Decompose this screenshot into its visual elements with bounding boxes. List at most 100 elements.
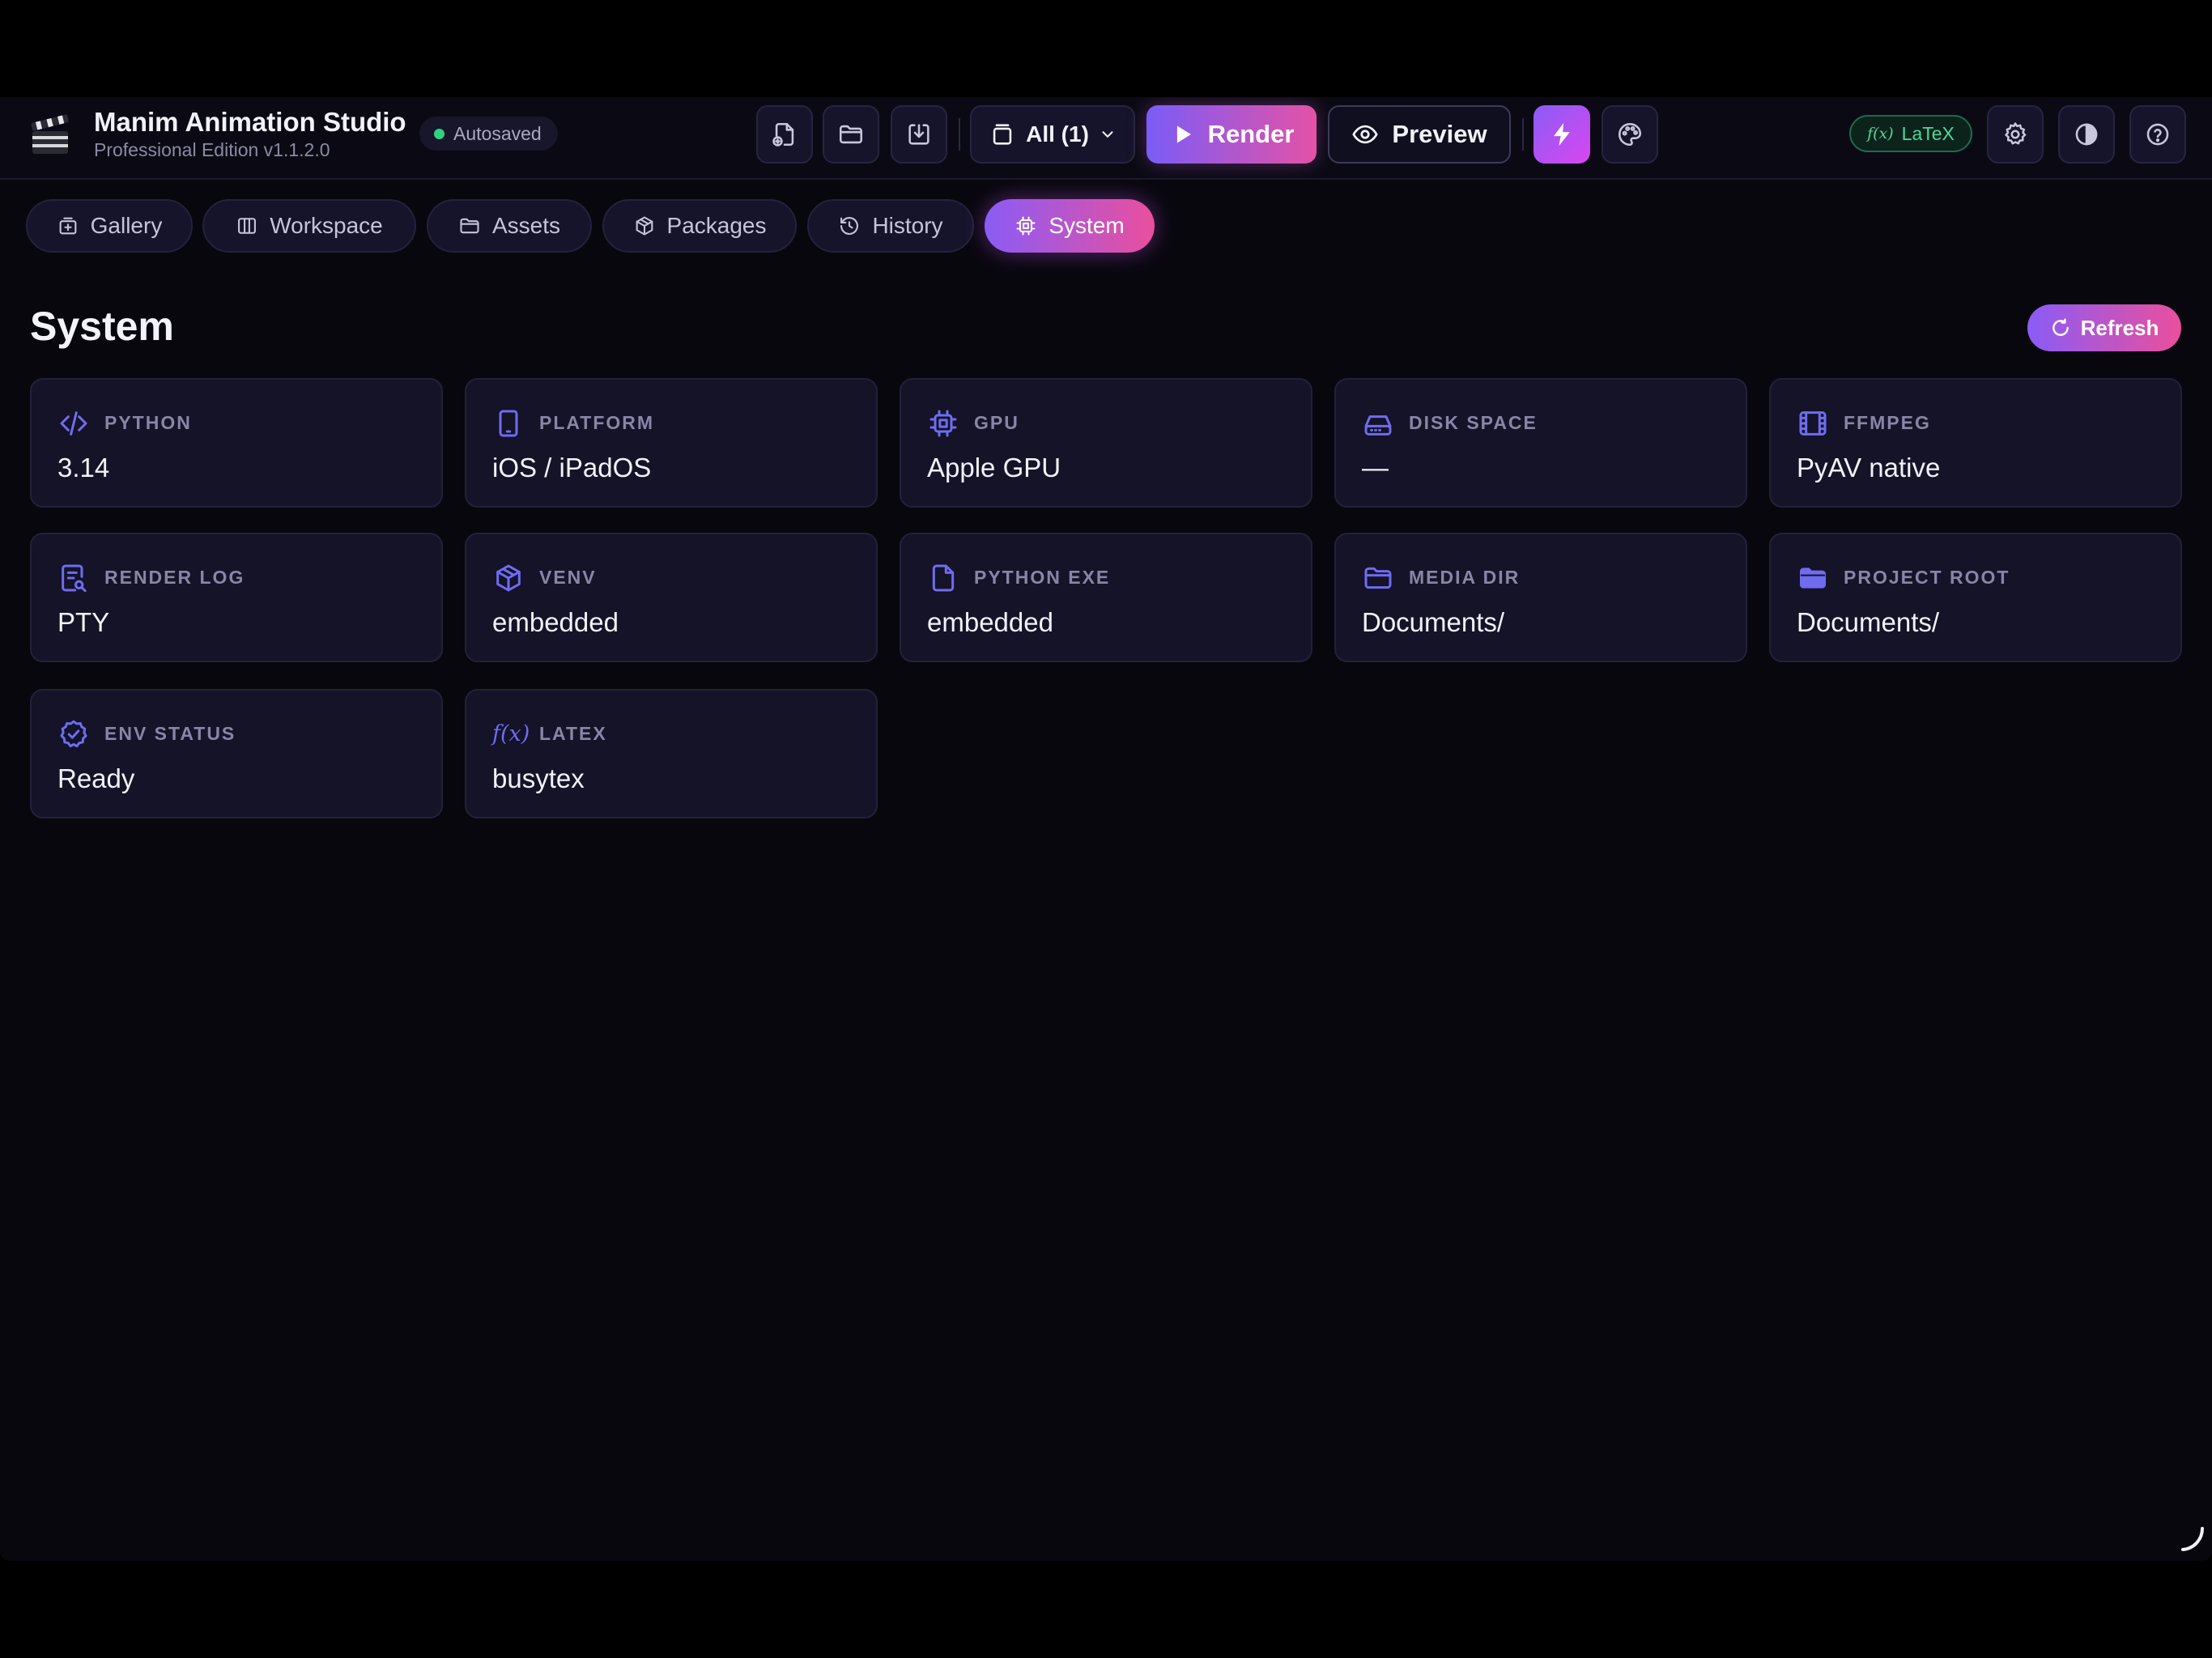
status-dot-icon	[434, 129, 445, 139]
card-value: iOS / iPadOS	[492, 453, 652, 483]
tab-label: Assets	[491, 213, 561, 238]
info-card-python: PYTHON 3.14	[30, 378, 443, 508]
log-search-icon	[57, 562, 90, 594]
refresh-icon	[2052, 318, 2069, 336]
function-icon: f(x)	[1867, 125, 1894, 142]
autosave-badge: Autosaved	[419, 117, 558, 151]
top-toolbar: Manim Animation Studio Professional Edit…	[0, 97, 2212, 180]
info-card-platform: PLATFORM iOS / iPadOS	[465, 378, 878, 508]
save-download-button[interactable]	[891, 105, 947, 164]
app-title: Manim Animation Studio	[94, 107, 406, 137]
card-label: DISK SPACE	[1409, 412, 1538, 433]
tab-label: Packages	[666, 213, 767, 238]
quick-render-button[interactable]	[1534, 105, 1590, 164]
card-label: PYTHON	[104, 412, 192, 433]
preview-button[interactable]: Preview	[1328, 105, 1511, 164]
contrast-icon	[2075, 123, 2098, 146]
autosave-label: Autosaved	[453, 123, 542, 144]
card-value: PTY	[57, 607, 110, 637]
info-card-env-status: ENV STATUS Ready	[30, 689, 443, 818]
refresh-label: Refresh	[2080, 315, 2159, 340]
app-window: Manim Animation Studio Professional Edit…	[0, 97, 2212, 1561]
card-value: Documents/	[1797, 607, 1940, 637]
tab-workspace[interactable]: Workspace	[202, 199, 416, 253]
tab-label: Gallery	[90, 213, 163, 238]
hard-drive-icon	[1362, 407, 1394, 440]
settings-button[interactable]	[1987, 105, 2044, 164]
render-button[interactable]: Render	[1146, 105, 1317, 164]
card-label: GPU	[974, 412, 1019, 433]
card-label: VENV	[539, 567, 597, 588]
theme-palette-button[interactable]	[1602, 105, 1658, 164]
code-icon	[57, 407, 90, 440]
play-icon	[1176, 125, 1191, 143]
new-file-button[interactable]	[756, 105, 813, 164]
info-card-gpu: GPU Apple GPU	[900, 378, 1312, 508]
card-value: Documents/	[1362, 607, 1505, 637]
file-plus-icon	[772, 122, 794, 147]
tab-label: System	[1049, 213, 1125, 238]
badge-check-icon	[57, 718, 90, 750]
render-label: Render	[1207, 120, 1295, 148]
scene-selector-dropdown[interactable]: All (1)	[970, 105, 1135, 164]
scene-selector-label: All (1)	[1026, 121, 1089, 147]
info-card-media-dir: MEDIA DIR Documents/	[1334, 533, 1747, 662]
eye-icon	[1352, 125, 1378, 144]
card-label: PLATFORM	[539, 412, 655, 433]
help-circle-icon	[2146, 123, 2169, 146]
tab-gallery[interactable]: Gallery	[26, 199, 193, 253]
card-label: LATEX	[539, 723, 607, 744]
info-card-render-log: RENDER LOG PTY	[30, 533, 443, 662]
card-label: ENV STATUS	[104, 723, 236, 744]
tab-label: Workspace	[270, 213, 383, 238]
tab-system[interactable]: System	[985, 199, 1155, 253]
latex-status-badge: f(x) LaTeX	[1849, 115, 1972, 152]
info-card-python-exe: PYTHON EXE embedded	[900, 533, 1312, 662]
clapperboard-logo-icon	[31, 114, 69, 154]
card-label: FFMPEG	[1844, 412, 1931, 433]
cpu-icon	[1016, 216, 1036, 236]
folder-icon	[460, 218, 479, 234]
file-icon	[927, 562, 959, 594]
card-label: PROJECT ROOT	[1844, 567, 2010, 588]
info-card-project-root: PROJECT ROOT Documents/	[1769, 533, 2182, 662]
info-card-disk-space: DISK SPACE —	[1334, 378, 1747, 508]
preview-label: Preview	[1392, 120, 1487, 148]
lightning-bolt-icon	[1554, 122, 1570, 147]
card-label: PYTHON EXE	[974, 567, 1111, 588]
folder-filled-icon	[1797, 562, 1829, 594]
history-icon	[840, 217, 859, 235]
film-icon	[1797, 407, 1829, 440]
chevron-down-icon	[1102, 131, 1113, 138]
card-value: 3.14	[57, 453, 110, 483]
download-icon	[908, 124, 929, 145]
open-folder-button[interactable]	[823, 105, 879, 164]
gear-icon	[2005, 122, 2027, 145]
tab-history[interactable]: History	[807, 199, 974, 253]
contrast-toggle-button[interactable]	[2058, 105, 2115, 164]
card-value: embedded	[492, 607, 619, 637]
card-value: PyAV native	[1797, 453, 1941, 483]
tab-packages[interactable]: Packages	[602, 199, 797, 253]
info-card-latex: f(x) LATEX busytex	[465, 689, 878, 818]
card-value: Ready	[57, 763, 135, 793]
help-button[interactable]	[2129, 105, 2186, 164]
gallery-icon	[59, 217, 77, 235]
chip-icon	[927, 407, 959, 440]
toolbar-divider	[959, 118, 960, 151]
palette-icon	[1618, 122, 1642, 147]
info-card-ffmpeg: FFMPEG PyAV native	[1769, 378, 2182, 508]
card-value: Apple GPU	[927, 453, 1061, 483]
package-icon	[492, 562, 525, 594]
layers-icon	[993, 124, 1012, 145]
refresh-button[interactable]: Refresh	[2027, 304, 2181, 351]
function-icon: f(x)	[492, 721, 530, 746]
info-card-venv: VENV embedded	[465, 533, 878, 662]
loading-spinner-icon	[2181, 1527, 2205, 1551]
columns-icon	[238, 218, 257, 234]
tab-assets[interactable]: Assets	[427, 199, 592, 253]
card-label: MEDIA DIR	[1409, 567, 1521, 588]
folder-open-icon	[839, 125, 863, 144]
folder-icon	[1362, 562, 1394, 594]
package-icon	[636, 216, 653, 236]
